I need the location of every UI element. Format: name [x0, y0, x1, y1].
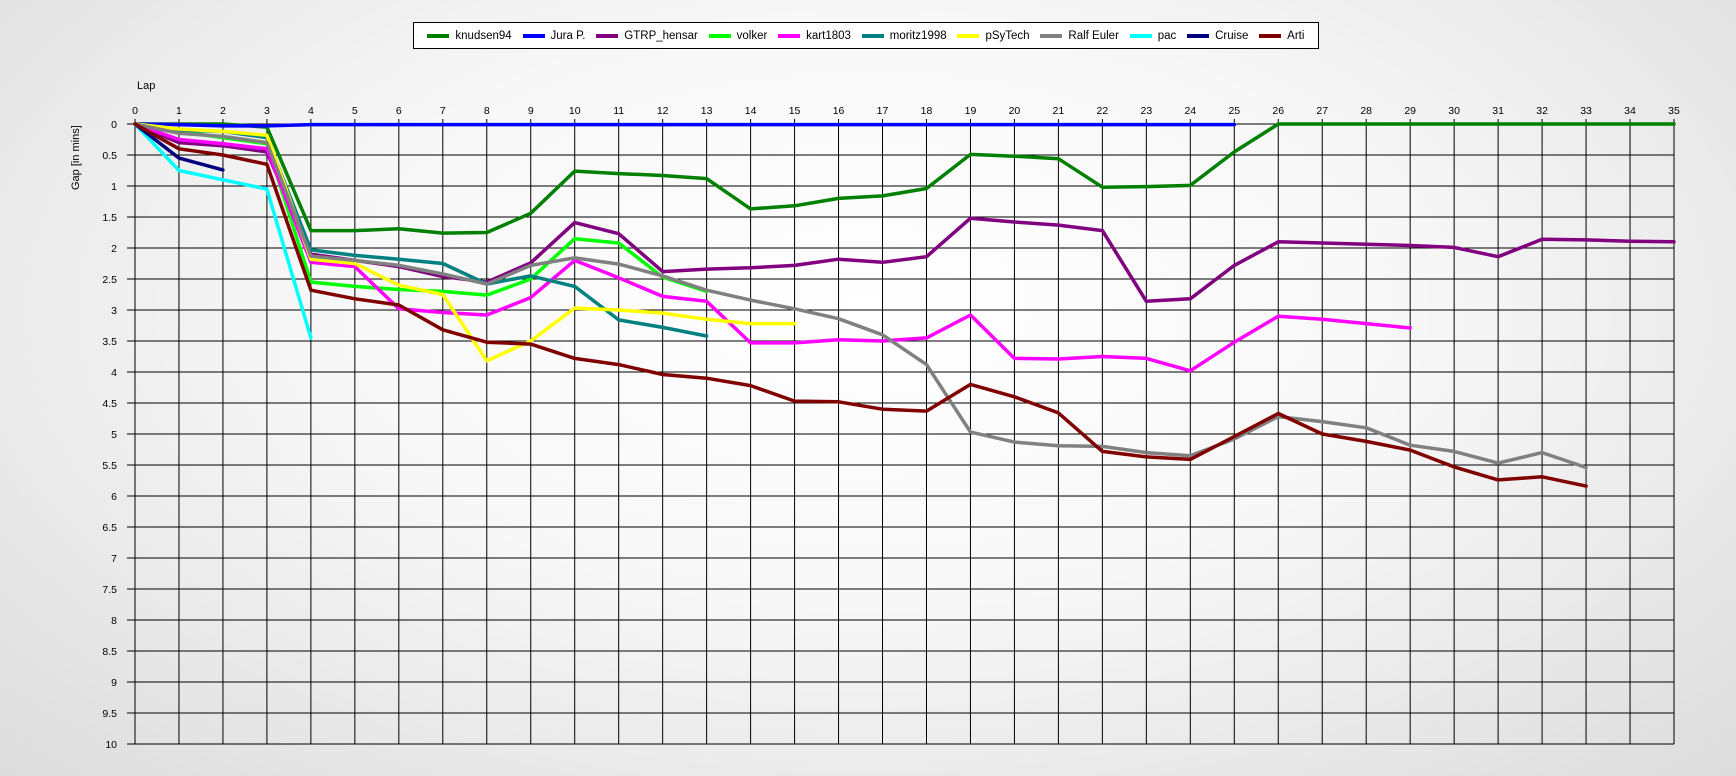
x-tick-label: 28 — [1360, 105, 1372, 117]
x-tick-label: 12 — [657, 105, 669, 117]
y-tick-label: 3.5 — [102, 336, 117, 348]
y-tick-label: 2 — [111, 243, 117, 255]
x-tick-label: 11 — [613, 105, 624, 117]
y-tick-label: 3 — [111, 305, 117, 317]
series-line-jura-p — [133, 122, 1237, 128]
y-tick-label: 1.5 — [102, 212, 117, 224]
x-tick-label: 32 — [1536, 105, 1548, 117]
x-tick-label: 6 — [396, 105, 402, 117]
x-tick-label: 7 — [440, 105, 446, 117]
x-tick-label: 21 — [1053, 105, 1065, 117]
x-tick-label: 20 — [1009, 105, 1021, 117]
x-tick-label: 9 — [528, 105, 534, 117]
x-tick-label: 23 — [1140, 105, 1152, 117]
x-tick-label: 18 — [921, 105, 933, 117]
x-tick-label: 34 — [1624, 105, 1636, 117]
x-tick-label: 30 — [1448, 105, 1460, 117]
x-tick-label: 19 — [965, 105, 977, 117]
x-tick-label: 25 — [1228, 105, 1240, 117]
x-tick-label: 29 — [1404, 105, 1416, 117]
x-tick-label: 27 — [1316, 105, 1328, 117]
x-axis-title: Lap — [137, 80, 155, 92]
x-tick-label: 5 — [352, 105, 358, 117]
y-tick-label: 0.5 — [102, 150, 117, 162]
y-tick-label: 7.5 — [102, 584, 117, 596]
y-tick-label: 9 — [111, 677, 117, 689]
x-tick-label: 0 — [132, 105, 138, 117]
series-line-psytech — [133, 122, 797, 363]
x-tick-label: 16 — [833, 105, 845, 117]
y-tick-label: 9.5 — [102, 708, 117, 720]
series-line-ralf-euler — [133, 122, 1588, 470]
x-tick-label: 15 — [789, 105, 801, 117]
x-tick-label: 14 — [745, 105, 757, 117]
y-tick-label: 10 — [105, 739, 117, 751]
x-tick-label: 22 — [1097, 105, 1109, 117]
y-tick-label: 6 — [111, 491, 117, 503]
x-tick-label: 24 — [1184, 105, 1196, 117]
x-tick-label: 31 — [1492, 105, 1504, 117]
series-line-arti — [133, 122, 1588, 488]
x-tick-label: 35 — [1668, 105, 1680, 117]
x-tick-label: 4 — [308, 105, 314, 117]
lap-gap-chart: Lap Gap [in mins] 0 1 2 3 4 5 6 7 8 9 10 11 12 13 14 15… — [70, 80, 1680, 751]
y-tick-label: 6.5 — [102, 522, 117, 534]
y-tick-label: 5.5 — [102, 460, 117, 472]
y-tick-label: 4.5 — [102, 398, 117, 410]
chart-grid — [127, 119, 1675, 745]
x-tick-label: 1 — [176, 105, 182, 117]
series-line-kart1803 — [133, 122, 1412, 373]
x-tick-label: 3 — [264, 105, 270, 117]
axis-ticks: 0 1 2 3 4 5 6 7 8 9 10 11 12 13 14 15 16 17 18 19 20 21 22 23 24… — [102, 105, 1680, 751]
y-tick-label: 2.5 — [102, 274, 117, 286]
x-tick-label: 10 — [569, 105, 581, 117]
x-tick-label: 8 — [484, 105, 490, 117]
x-tick-label: 26 — [1272, 105, 1284, 117]
x-tick-label: 17 — [877, 105, 889, 117]
y-tick-label: 8 — [111, 615, 117, 627]
series-lines — [133, 122, 1676, 488]
y-tick-label: 1 — [111, 181, 117, 193]
y-tick-label: 4 — [111, 367, 117, 379]
y-tick-label: 0 — [111, 119, 117, 131]
y-axis-title: Gap [in mins] — [70, 125, 82, 190]
x-tick-label: 33 — [1580, 105, 1592, 117]
x-tick-label: 13 — [701, 105, 713, 117]
y-tick-label: 7 — [111, 553, 117, 565]
y-tick-label: 5 — [111, 429, 117, 441]
y-tick-label: 8.5 — [102, 646, 117, 658]
x-tick-label: 2 — [220, 105, 226, 117]
